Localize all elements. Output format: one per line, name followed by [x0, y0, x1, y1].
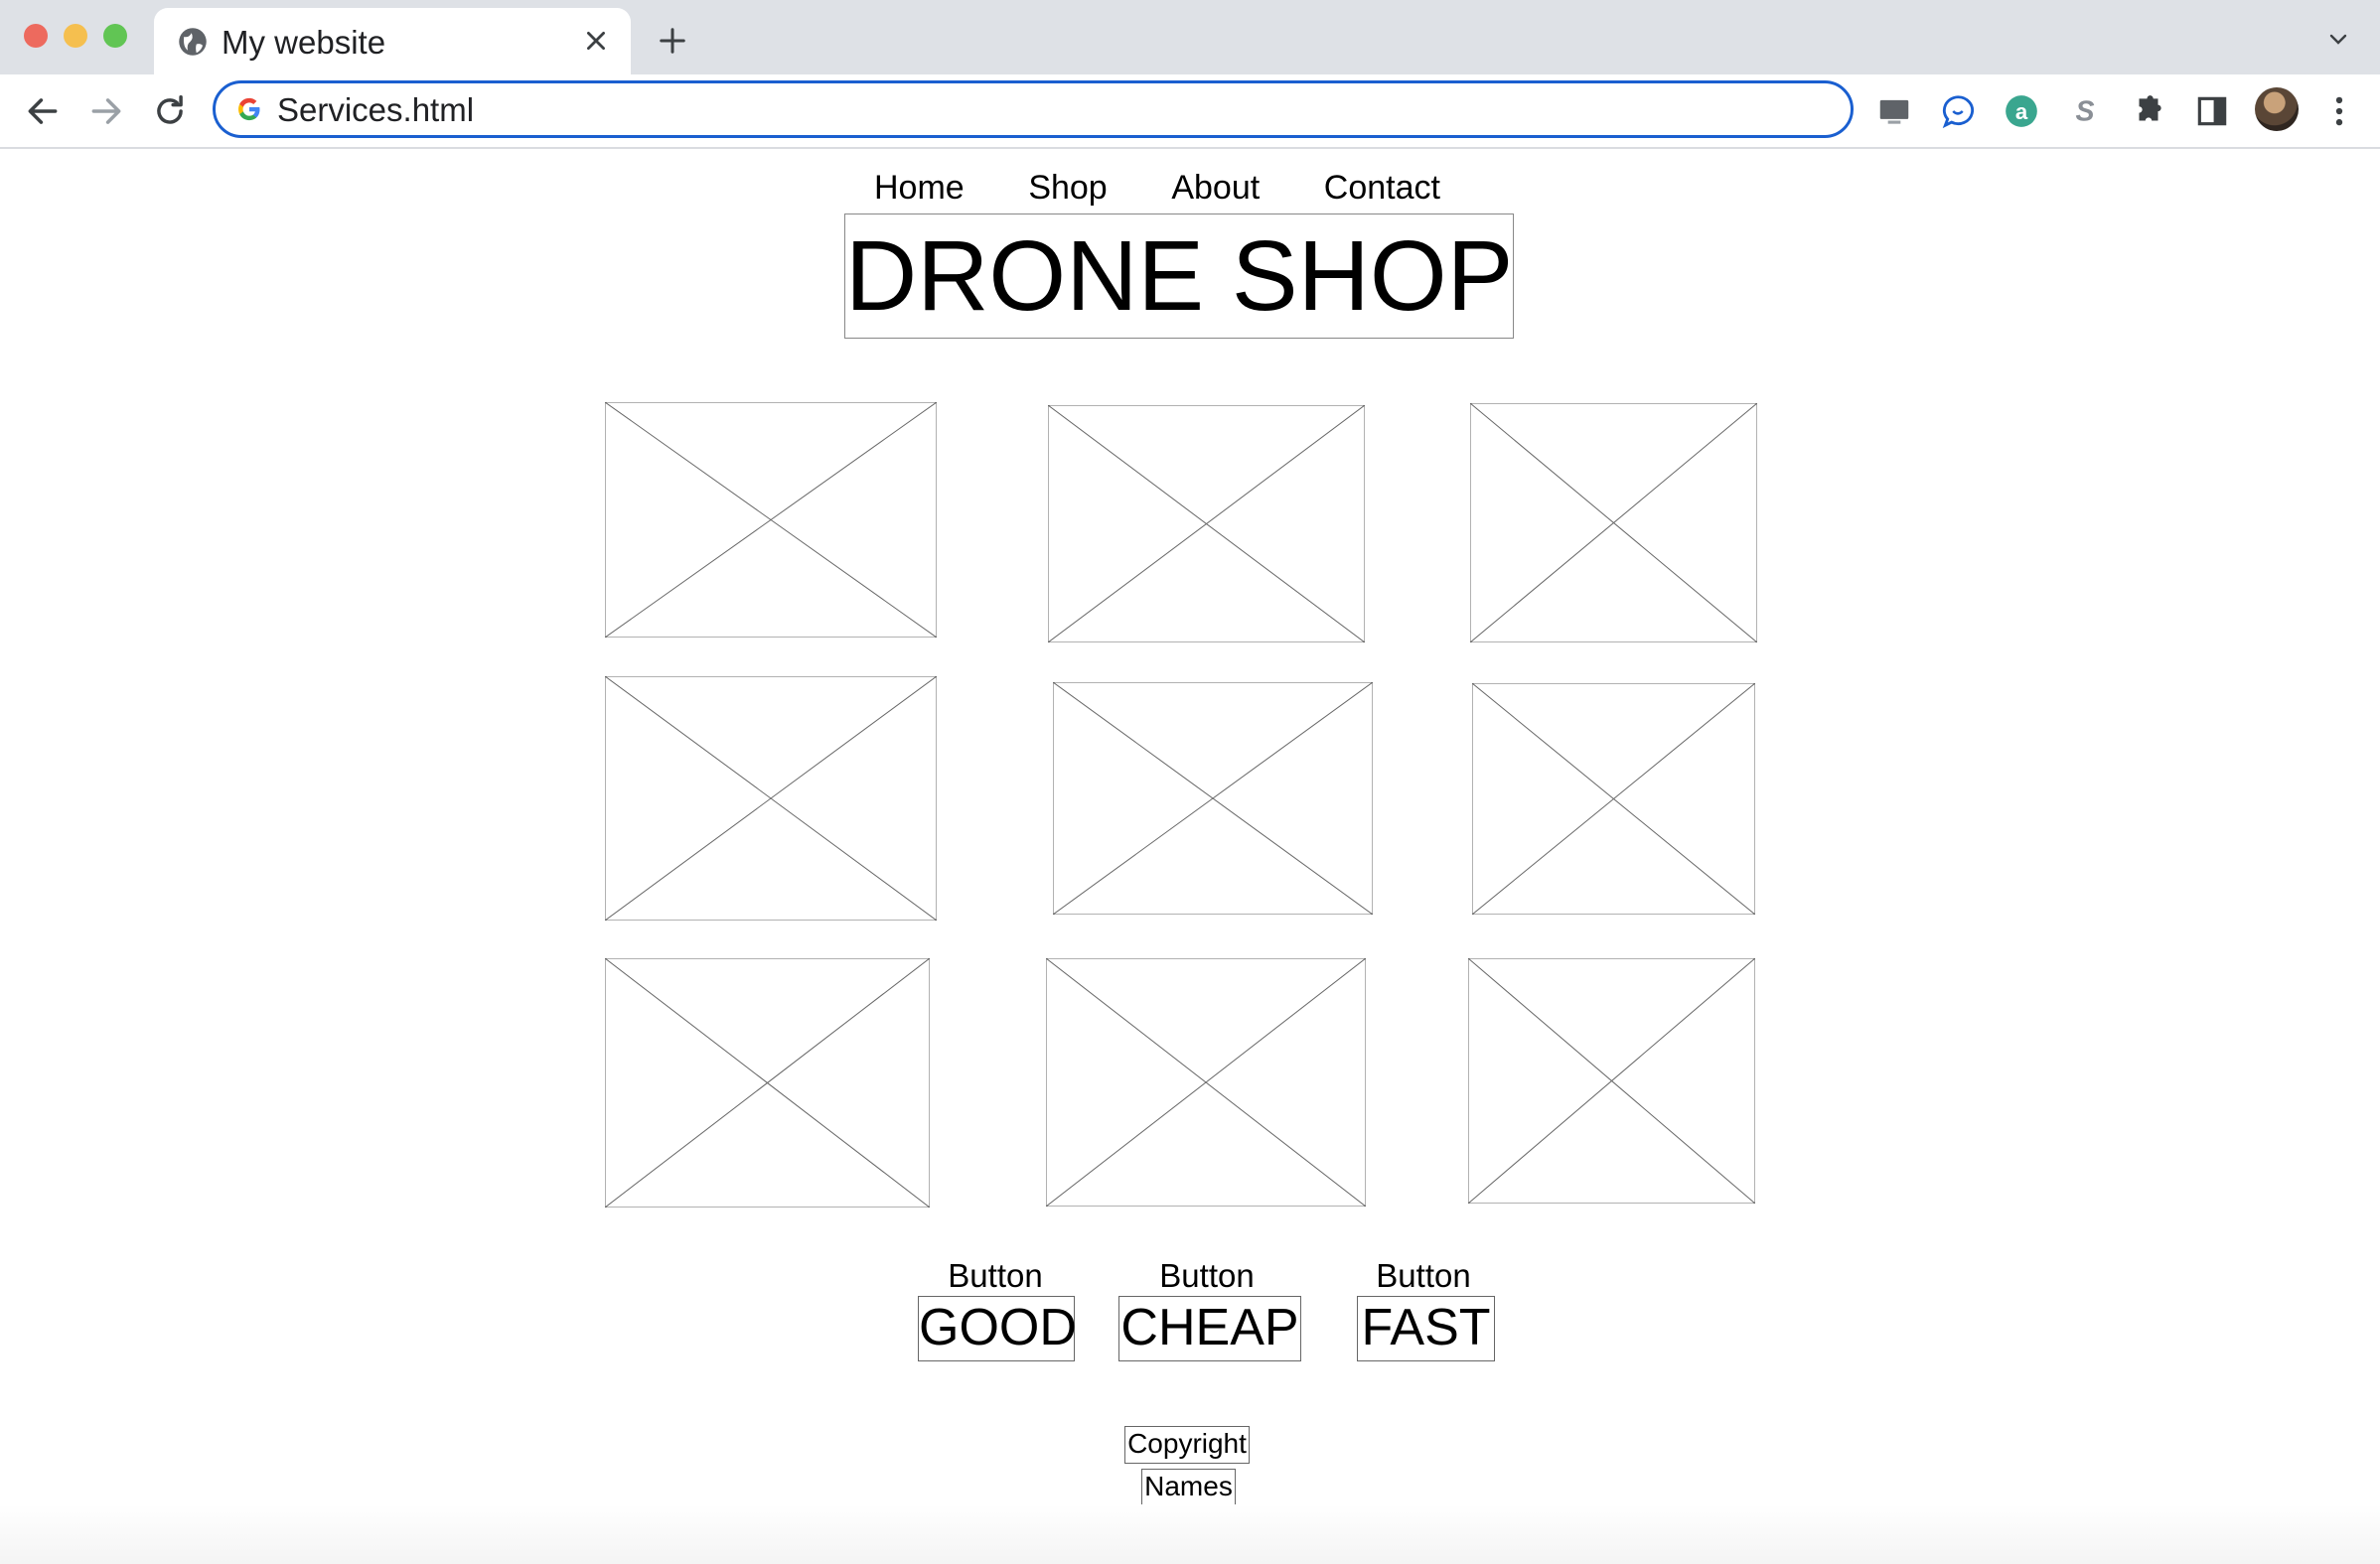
back-arrow-icon[interactable]	[24, 92, 62, 130]
image-placeholder	[605, 958, 930, 1208]
image-placeholder	[1468, 958, 1755, 1204]
cheap-button[interactable]: CHEAP	[1118, 1296, 1301, 1361]
screen-extension-icon[interactable]	[1875, 92, 1913, 130]
button-caption: Button	[1159, 1257, 1255, 1294]
chat-extension-icon[interactable]	[1939, 92, 1977, 130]
reload-icon[interactable]	[151, 92, 189, 130]
browser-toolbar: Services.html a S	[0, 74, 2380, 149]
google-icon	[238, 97, 260, 121]
minimize-window-button[interactable]	[64, 24, 87, 48]
new-tab-icon[interactable]	[658, 26, 687, 56]
page-bottom-edge	[0, 1504, 2380, 1564]
footer-names: Names	[1141, 1469, 1236, 1506]
fast-button[interactable]: FAST	[1357, 1296, 1495, 1361]
tab-title: My website	[222, 24, 386, 61]
site-title: DRONE SHOP	[844, 213, 1514, 339]
globe-icon	[179, 28, 207, 56]
maximize-window-button[interactable]	[103, 24, 127, 48]
nav-link-shop[interactable]: Shop	[1028, 169, 1107, 216]
image-placeholder	[1470, 403, 1757, 642]
image-placeholder	[605, 402, 937, 638]
button-caption: Button	[948, 1257, 1043, 1294]
side-panel-icon[interactable]	[2193, 92, 2231, 130]
nav-link-contact[interactable]: Contact	[1324, 169, 1440, 216]
address-bar[interactable]: Services.html	[213, 80, 1854, 138]
nav-link-about[interactable]: About	[1171, 169, 1260, 216]
svg-text:S: S	[2075, 96, 2094, 128]
image-placeholder	[605, 676, 937, 921]
site-nav: Home Shop About Contact	[874, 169, 1440, 216]
forward-arrow-icon[interactable]	[87, 92, 125, 130]
close-window-button[interactable]	[24, 24, 48, 48]
profile-avatar[interactable]	[2255, 87, 2299, 131]
image-placeholder	[1048, 405, 1365, 642]
nav-link-home[interactable]: Home	[874, 169, 965, 216]
chevron-down-icon[interactable]	[2324, 28, 2352, 52]
more-options-icon[interactable]	[2320, 92, 2358, 130]
s-extension-icon[interactable]: S	[2066, 92, 2104, 130]
url-text: Services.html	[277, 91, 475, 128]
footer-copyright: Copyright	[1124, 1426, 1250, 1464]
good-button[interactable]: GOOD	[918, 1296, 1077, 1361]
close-tab-icon[interactable]	[583, 28, 609, 54]
browser-tab-active[interactable]: My website	[154, 8, 631, 74]
image-placeholder	[1053, 682, 1373, 915]
image-placeholder	[1046, 958, 1366, 1207]
grammar-extension-icon[interactable]: a	[2003, 92, 2040, 130]
svg-text:a: a	[2015, 99, 2028, 124]
browser-tab-strip: My website	[0, 0, 2380, 74]
image-placeholder	[1472, 683, 1755, 915]
puzzle-icon[interactable]	[2130, 92, 2167, 130]
button-caption: Button	[1376, 1257, 1471, 1294]
